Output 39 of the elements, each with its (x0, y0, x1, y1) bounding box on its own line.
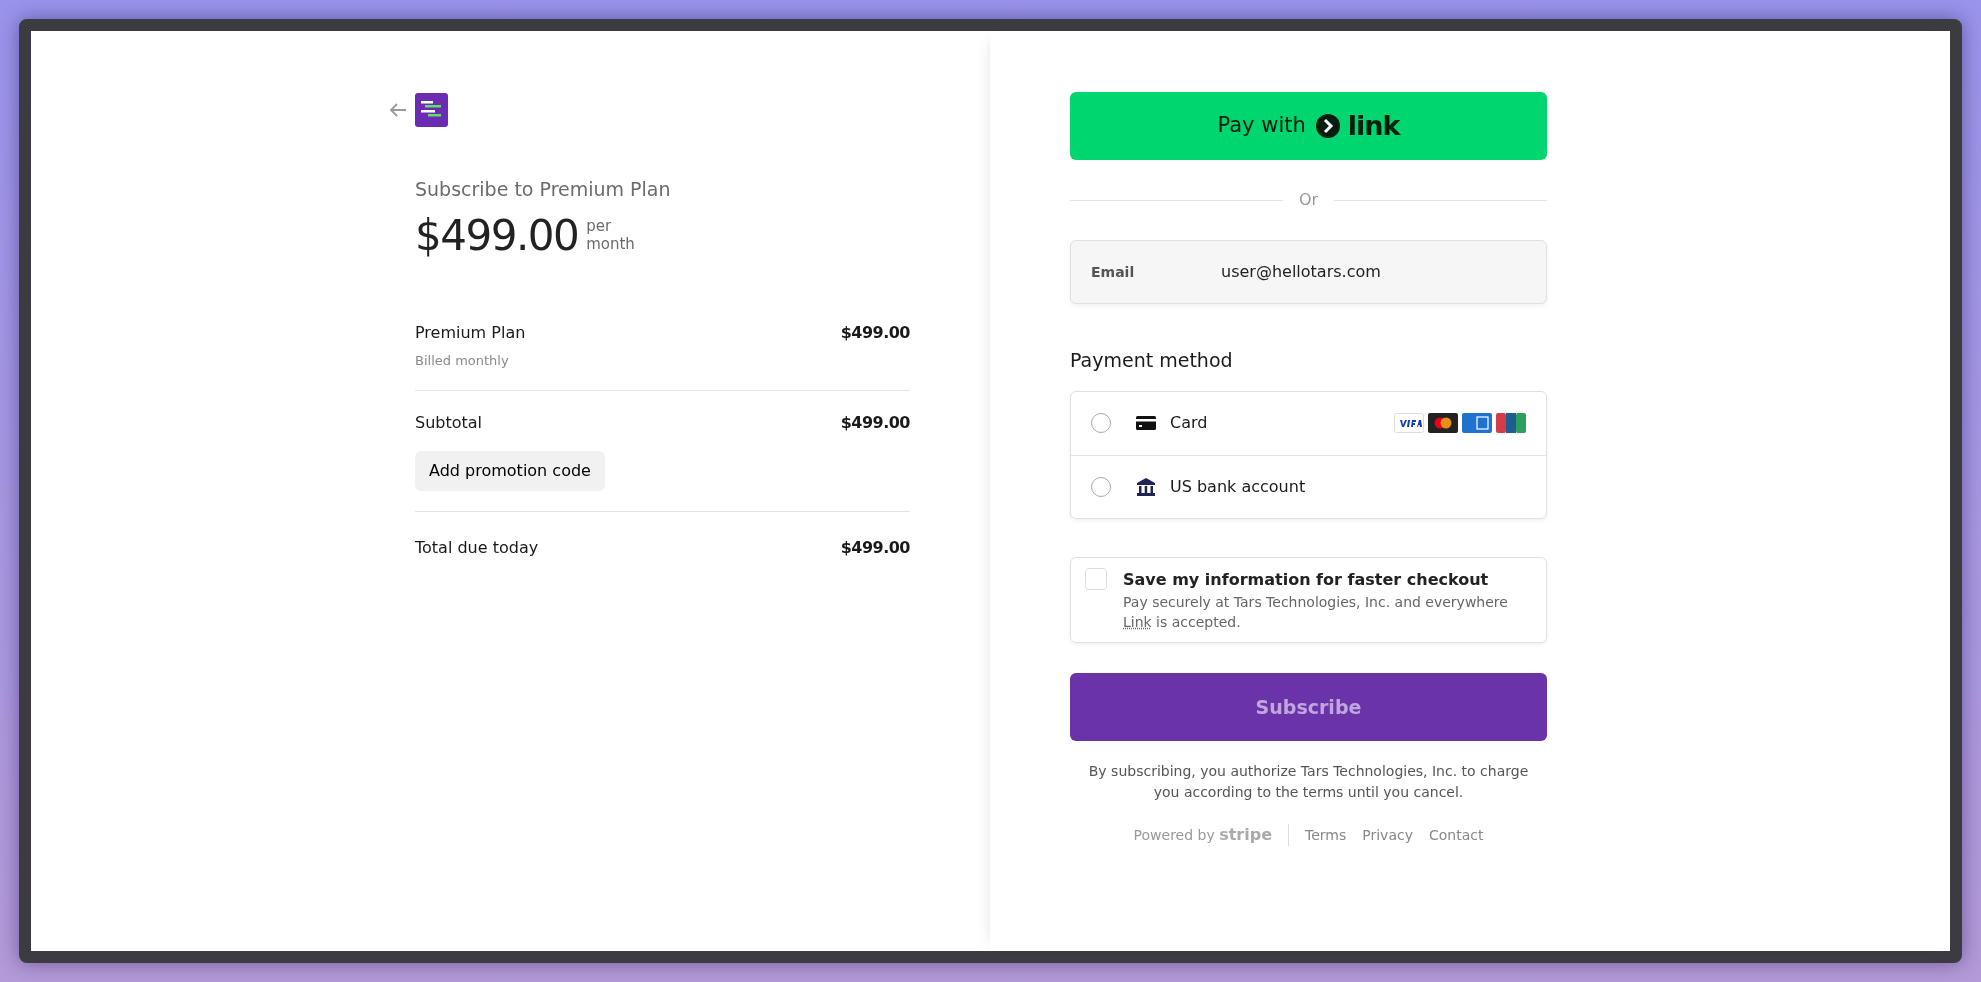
back-arrow-icon[interactable] (389, 103, 407, 117)
save-info-description: Pay securely at Tars Technologies, Inc. and everywhere Link is accepted. (1123, 592, 1509, 632)
footer-link[interactable]: Terms (1305, 824, 1347, 846)
link-text[interactable]: Link (1123, 613, 1152, 630)
checkbox[interactable] (1085, 567, 1107, 590)
item-name: Premium Plan (415, 321, 526, 344)
card-logo-icon (1496, 413, 1526, 433)
item-amount: $499.00 (840, 321, 910, 344)
period-text: month (586, 235, 635, 253)
radio-button[interactable] (1091, 476, 1111, 497)
price: $499.00 (415, 209, 579, 262)
method-label[interactable]: US bank account (1170, 474, 1306, 499)
total-label: Total due today (415, 537, 539, 559)
period-text: per (586, 217, 613, 235)
logo-icon (415, 93, 448, 127)
pay-with-link-button[interactable]: Pay with link (1070, 92, 1547, 160)
total-amount: $499.00 (840, 537, 910, 559)
method-label[interactable]: Card (1170, 411, 1208, 435)
legal-text: By subscribing, you authorize Tars Technologies, Inc. to charge you according to the terms until you cancel. (1087, 762, 1530, 803)
radio-button[interactable] (1091, 413, 1111, 433)
credit-card-icon (1136, 415, 1156, 431)
card-logo-icon (1428, 413, 1458, 433)
footer-link[interactable]: Privacy (1362, 824, 1413, 846)
plan-title: Subscribe to Premium Plan (415, 177, 672, 202)
promo-code-button[interactable]: Add promotion code (415, 451, 605, 491)
subtotal-label: Subtotal (415, 412, 483, 434)
arrow-circle-icon (1315, 114, 1340, 138)
divider-text: Or (1298, 189, 1319, 211)
footer-link[interactable]: Contact (1428, 824, 1484, 846)
bank-icon (1136, 476, 1156, 497)
section-heading: Payment method (1070, 348, 1234, 373)
email-input[interactable]: user@hellotars.com (1221, 260, 1421, 284)
field-label: Email (1091, 262, 1136, 282)
powered-by-text: Powered by stripe (1133, 824, 1272, 847)
card-logo-icon (1462, 413, 1492, 433)
subtotal-amount: $499.00 (840, 412, 910, 434)
checkbox-label: Save my information for faster checkout (1123, 568, 1490, 591)
item-detail: Billed monthly (415, 351, 510, 370)
card-logo-icon (1394, 413, 1424, 433)
